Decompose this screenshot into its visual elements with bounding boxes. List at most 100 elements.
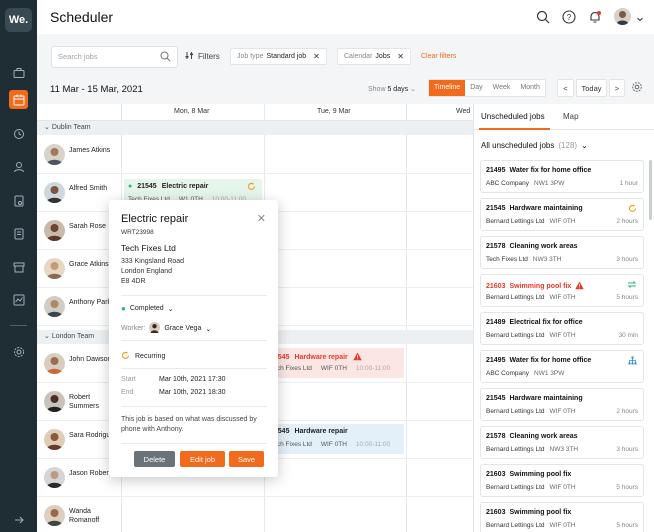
card-postcode: NW3 3TH bbox=[549, 446, 579, 453]
view-tab-month[interactable]: Month bbox=[515, 80, 544, 96]
settings-icon[interactable] bbox=[9, 342, 28, 361]
chevron-down-icon: ⌄ bbox=[167, 305, 174, 313]
card-title: Cleaning work areas bbox=[509, 243, 578, 250]
show-label: Show bbox=[368, 86, 386, 93]
card-company: Bernard Lettings Ltd bbox=[486, 408, 545, 415]
end-value: Mar 10th, 2021 18:30 bbox=[159, 389, 226, 396]
search-input[interactable] bbox=[58, 52, 153, 61]
chevron-down-icon: ⌄ bbox=[44, 333, 52, 340]
job-card[interactable]: 21545 Hardware repair Tech Fixes Ltd WIF… bbox=[266, 424, 404, 454]
tab-unscheduled-jobs[interactable]: Unscheduled jobs bbox=[481, 112, 545, 121]
document-icon[interactable] bbox=[9, 191, 28, 210]
avatar bbox=[44, 220, 65, 241]
unscheduled-panel: Unscheduled jobs Map All unscheduled job… bbox=[473, 104, 654, 532]
bell-icon[interactable] bbox=[587, 9, 603, 25]
date-range: 11 Mar - 15 Mar, 2021 bbox=[50, 84, 143, 95]
card-company: Tech Fixes Ltd bbox=[486, 256, 528, 263]
card-duration: 30 min bbox=[618, 332, 638, 339]
left-navigation: We. bbox=[0, 0, 37, 532]
search-icon[interactable] bbox=[535, 9, 551, 25]
chip-calendar[interactable]: Calendar Jobs ✕ bbox=[337, 48, 411, 65]
job-title-row: 21545 Hardware repair bbox=[270, 428, 348, 435]
job-title: Hardware repair bbox=[294, 428, 348, 435]
next-button[interactable]: > bbox=[609, 79, 625, 97]
card-title: Electrical fix for office bbox=[509, 319, 583, 326]
svg-text:?: ? bbox=[567, 13, 572, 22]
divider bbox=[121, 368, 267, 369]
card-title: Swimming pool fix bbox=[509, 509, 572, 516]
card-postcode: WIF 0TH bbox=[549, 218, 576, 225]
repeat-icon bbox=[627, 280, 637, 291]
team-name: London Team bbox=[51, 333, 95, 340]
unscheduled-job-card[interactable]: 21489 Electrical fix for office Bernard L… bbox=[480, 312, 644, 345]
unscheduled-job-card[interactable]: 21603 Swimming pool fix Bernard Lettings … bbox=[480, 274, 644, 307]
scrollbar[interactable] bbox=[649, 160, 652, 220]
all-label: All unscheduled jobs bbox=[481, 141, 555, 150]
chart-icon[interactable] bbox=[9, 290, 28, 309]
job-title: Electric repair bbox=[161, 183, 209, 190]
unscheduled-filter-select[interactable]: All unscheduled jobs (128) ⌄ bbox=[481, 141, 588, 150]
save-button[interactable]: Save bbox=[229, 451, 264, 467]
collapse-icon[interactable] bbox=[9, 510, 28, 529]
chevron-down-icon[interactable] bbox=[632, 11, 648, 27]
notes-icon[interactable] bbox=[9, 224, 28, 243]
tab-map[interactable]: Map bbox=[563, 112, 579, 121]
delete-button[interactable]: Delete bbox=[134, 451, 175, 467]
card-duration: 5 hours bbox=[616, 522, 638, 529]
filters-button[interactable]: Filters bbox=[185, 51, 220, 62]
job-card[interactable]: 21545 Hardware repair Tech Fixes Ltd WIF… bbox=[266, 348, 404, 378]
unscheduled-job-card[interactable]: 21603 Swimming pool fix Bernard Lettings … bbox=[480, 464, 644, 497]
close-icon[interactable]: ✕ bbox=[313, 52, 320, 61]
view-tab-week[interactable]: Week bbox=[488, 80, 516, 96]
job-meta: Tech Fixes Ltd WIF 0TH 10:00-11:00 bbox=[270, 441, 390, 448]
app-logo[interactable]: We. bbox=[5, 8, 32, 32]
card-title: Cleaning work areas bbox=[509, 433, 578, 440]
unscheduled-job-card[interactable]: 21495 Water fix for home office ABC Compa… bbox=[480, 350, 644, 383]
archive-icon[interactable] bbox=[9, 257, 28, 276]
unscheduled-job-card[interactable]: 21578 Cleaning work areas Bernard Letting… bbox=[480, 426, 644, 459]
status-select[interactable]: ● Completed ⌄ bbox=[121, 304, 174, 313]
unscheduled-job-card[interactable]: 21603 Swimming pool fix Bernard Lettings … bbox=[480, 502, 644, 532]
team-header[interactable]: ⌄ Dublin Team bbox=[37, 121, 473, 135]
gear-icon[interactable] bbox=[631, 81, 643, 95]
user-avatar[interactable] bbox=[614, 8, 631, 25]
status-label: Completed bbox=[129, 305, 164, 312]
start-row: Start Mar 10th, 2021 17:30 bbox=[121, 376, 226, 383]
search-icon[interactable] bbox=[160, 51, 171, 64]
avatar bbox=[44, 467, 65, 488]
start-value: Mar 10th, 2021 17:30 bbox=[159, 376, 226, 383]
view-tab-timeline[interactable]: Timeline bbox=[429, 80, 466, 96]
show-days-select[interactable]: Show 5 days ⌄ bbox=[368, 85, 416, 93]
unscheduled-job-card[interactable]: 21495 Water fix for home office ABC Compa… bbox=[480, 160, 644, 193]
help-icon[interactable]: ? bbox=[561, 9, 577, 25]
card-title: Water fix for home office bbox=[509, 167, 592, 174]
card-postcode: WIF 0TH bbox=[549, 294, 576, 301]
panel-tabs: Unscheduled jobs Map bbox=[474, 104, 654, 130]
clear-filters-link[interactable]: Clear filters bbox=[421, 53, 456, 60]
chevron-down-icon: ⌄ bbox=[410, 86, 416, 93]
unscheduled-job-card[interactable]: 21545 Hardware maintaining Bernard Lettin… bbox=[480, 198, 644, 231]
divider bbox=[121, 295, 267, 296]
edit-job-button[interactable]: Edit job bbox=[180, 451, 225, 467]
avatar bbox=[44, 429, 65, 450]
contacts-icon[interactable] bbox=[9, 157, 28, 176]
avatar bbox=[44, 353, 65, 374]
chip-job-type[interactable]: Job type Standard job ✕ bbox=[230, 48, 327, 65]
chevron-down-icon: ⌄ bbox=[44, 124, 52, 131]
calendar-icon[interactable] bbox=[9, 90, 28, 109]
unscheduled-job-card[interactable]: 21578 Cleaning work areas Tech Fixes Ltd N… bbox=[480, 236, 644, 269]
prev-button[interactable]: < bbox=[557, 79, 574, 97]
show-value: 5 days bbox=[387, 86, 409, 93]
today-button[interactable]: Today bbox=[576, 79, 607, 97]
clock-icon[interactable] bbox=[9, 124, 28, 143]
recurring-row: Recurring bbox=[121, 351, 165, 362]
close-icon[interactable]: ✕ bbox=[257, 212, 266, 225]
card-id: 21603 bbox=[486, 471, 506, 478]
card-company: Bernard Lettings Ltd bbox=[486, 484, 545, 491]
briefcase-icon[interactable] bbox=[9, 63, 28, 82]
view-tab-day[interactable]: Day bbox=[465, 80, 487, 96]
unscheduled-job-card[interactable]: 21545 Hardware maintaining Bernard Lettin… bbox=[480, 388, 644, 421]
job-title-row: ● 21545 Electric repair bbox=[128, 183, 208, 190]
worker-select[interactable]: Worker: Grace Vega ⌄ bbox=[121, 322, 211, 335]
close-icon[interactable]: ✕ bbox=[397, 52, 404, 61]
